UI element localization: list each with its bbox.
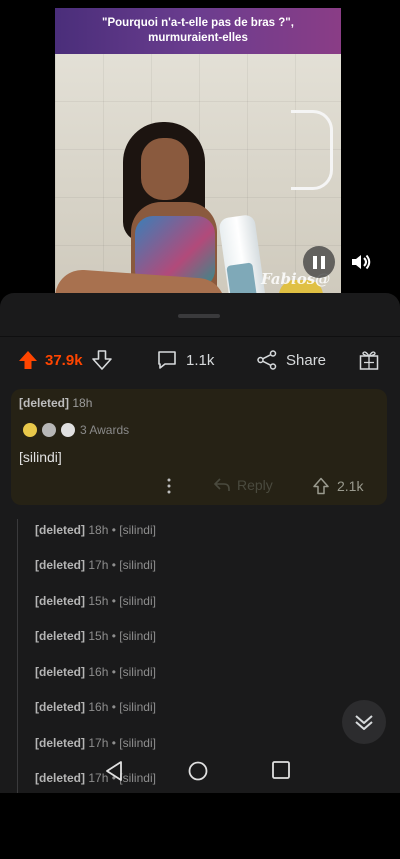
award-skull-icon [61,423,75,437]
reply-item[interactable]: [deleted] 17h • [silindi] [35,736,156,750]
volume-icon[interactable] [350,252,372,272]
comment-actions: Reply 2.1k [11,475,387,499]
comment-author[interactable]: [deleted] [19,396,69,410]
reply-item[interactable]: [deleted] 18h • [silindi] [35,523,156,537]
reply-button[interactable]: Reply [213,477,273,493]
system-nav-bar [0,752,400,792]
arrow-up-icon[interactable] [313,477,329,495]
award-silver-icon [42,423,56,437]
comment-meta: [deleted] 18h [19,396,92,410]
nav-home-icon[interactable] [187,760,209,782]
pause-icon [313,255,317,269]
video-caption: "Pourquoi n'a-t-elle pas de bras ?", mur… [55,8,341,54]
video-player[interactable]: "Pourquoi n'a-t-elle pas de bras ?", mur… [0,0,400,300]
nav-back-icon[interactable] [104,760,124,782]
awards-row[interactable]: 3 Awards [23,419,129,441]
award-gold-icon [23,423,37,437]
video-frame[interactable]: "Pourquoi n'a-t-elle pas de bras ?", mur… [55,8,341,293]
arrow-up-icon[interactable] [17,349,39,371]
share-label: Share [286,351,327,369]
sheet-drag-handle[interactable] [178,314,220,318]
reply-item[interactable]: [deleted] 15h • [silindi] [35,594,156,608]
reply-label: Reply [237,477,273,493]
comments-sheet: 37.9k 1.1k Share [deleted] 18h 3 Awards … [0,293,400,793]
share-icon [257,350,277,370]
share-button[interactable]: Share [256,349,326,371]
caption-line-2: murmuraient-elles [148,32,248,44]
gift-icon [359,351,379,370]
pause-button[interactable] [303,246,335,278]
comment-body: [silindi] [19,449,62,465]
comment-bubble-icon [158,351,176,369]
reply-item[interactable]: [deleted] 17h • [silindi] [35,558,156,572]
vote-group: 37.9k [17,349,113,371]
nav-recents-icon[interactable] [271,760,291,780]
video-scene [55,54,341,293]
chevrons-down-icon [355,715,373,730]
reply-item[interactable]: [deleted] 15h • [silindi] [35,629,156,643]
arrow-down-icon[interactable] [91,349,113,371]
reply-item[interactable]: [deleted] 16h • [silindi] [35,665,156,679]
next-comment-button[interactable] [342,700,386,744]
comment-age: 18h [72,396,93,410]
awards-label: 3 Awards [80,423,130,437]
highlighted-comment[interactable]: [deleted] 18h 3 Awards [silindi] Reply 2… [11,389,387,505]
faucet-shape [291,110,333,190]
comment-vote: 2.1k [313,477,363,495]
upvote-count: 37.9k [45,351,83,369]
comment-count: 1.1k [186,351,215,369]
post-action-bar: 37.9k 1.1k Share [0,337,400,385]
caption-line-1: "Pourquoi n'a-t-elle pas de bras ?", [102,17,294,29]
comment-score: 2.1k [337,478,364,494]
reply-icon [213,478,230,491]
figure-face [141,138,189,200]
comments-button[interactable]: 1.1k [156,349,214,371]
reply-item[interactable]: [deleted] 16h • [silindi] [35,700,156,714]
award-button[interactable] [358,349,380,371]
more-vertical-icon[interactable] [167,477,171,495]
